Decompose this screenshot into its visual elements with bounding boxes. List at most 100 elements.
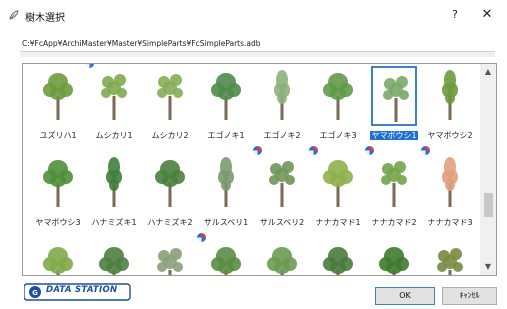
tree-item-label-text: ハナミズキ1 — [91, 218, 137, 227]
tree-item-label: ナナカマド2 — [364, 217, 424, 228]
tree-thumbnail[interactable] — [35, 66, 81, 126]
material-badge-icon — [309, 146, 318, 155]
tree-thumbnail[interactable] — [147, 66, 193, 126]
tree-thumbnail[interactable] — [315, 66, 361, 126]
tree-thumbnail-image — [381, 161, 407, 207]
tree-thumbnail[interactable] — [35, 153, 81, 213]
window-title: 樹木選択 — [25, 13, 65, 24]
tree-list-item[interactable] — [312, 240, 364, 275]
data-station-logo[interactable]: G DATA STATION — [23, 283, 132, 301]
tree-app-icon — [9, 10, 19, 20]
tree-list-item[interactable]: エゴノキ3 — [312, 66, 364, 146]
cancel-button[interactable]: ｷｬﾝｾﾙ — [442, 287, 497, 305]
tree-thumbnail-image — [267, 247, 297, 275]
tree-thumbnail-image — [99, 247, 129, 275]
tree-list-item[interactable]: ムシカリ1 — [85, 64, 140, 146]
tree-item-label-text: エゴノキ2 — [263, 131, 301, 140]
tree-item-label: ユズリハ1 — [28, 130, 88, 141]
tree-list-item[interactable] — [424, 240, 476, 275]
material-badge-icon — [421, 146, 430, 155]
tree-thumbnail-image — [274, 70, 290, 120]
tree-list-item[interactable]: ヤマボウシ3 — [32, 153, 84, 233]
tree-thumbnail[interactable] — [315, 240, 361, 275]
tree-thumbnail[interactable] — [91, 66, 137, 126]
tree-thumbnail[interactable] — [147, 153, 193, 213]
tree-thumbnail[interactable] — [147, 240, 193, 275]
tree-thumbnail[interactable] — [203, 240, 249, 275]
tree-item-label-text: ナナカマド1 — [315, 218, 361, 227]
material-badge-icon — [197, 233, 206, 242]
tree-list-item[interactable] — [197, 233, 252, 275]
help-button[interactable]: ? — [446, 6, 464, 24]
tree-thumbnail-image — [269, 161, 295, 207]
tree-thumbnail[interactable] — [427, 153, 473, 213]
scroll-down-arrow-icon[interactable]: ▼ — [480, 259, 496, 275]
thumbnail-grid: ユズリハ1 ムシカリ1 ムシカリ2 エゴノキ1 エゴノキ2 エゴノキ3 ヤマボウシ1 ヤマボウ… — [23, 64, 480, 275]
scroll-up-arrow-icon[interactable]: ▲ — [480, 64, 496, 80]
tree-list-item[interactable]: ハナミズキ1 — [88, 153, 140, 233]
tree-item-label: ヤマボウシ2 — [420, 130, 480, 141]
tree-list-item[interactable]: ムシカリ2 — [144, 66, 196, 146]
tree-thumbnail-image — [379, 247, 409, 275]
tree-list-item[interactable]: サルスベリ1 — [200, 153, 252, 233]
tree-thumbnail-image — [383, 76, 409, 122]
tree-thumbnail[interactable] — [371, 153, 417, 213]
tree-item-label: エゴノキ1 — [196, 130, 256, 141]
tree-list-item[interactable] — [88, 240, 140, 275]
tree-list-item[interactable] — [368, 240, 420, 275]
tree-item-label-text: ヤマボウシ2 — [427, 131, 473, 140]
tree-list-item[interactable]: ナナカマド1 — [309, 146, 364, 233]
tree-thumbnail[interactable] — [371, 66, 417, 126]
tree-item-label: エゴノキ3 — [308, 130, 368, 141]
tree-thumbnail[interactable] — [259, 240, 305, 275]
tree-thumbnail-image — [155, 160, 185, 207]
tree-thumbnail[interactable] — [35, 240, 81, 275]
title-bar: 樹木選択 ? ✕ — [0, 0, 507, 30]
tree-list-item[interactable]: サルスベリ2 — [253, 146, 308, 233]
tree-thumbnail[interactable] — [203, 66, 249, 126]
tree-thumbnail[interactable] — [203, 153, 249, 213]
tree-thumbnail[interactable] — [259, 66, 305, 126]
tree-item-label-text: ハナミズキ2 — [147, 218, 193, 227]
tree-item-label-text: ナナカマド3 — [427, 218, 473, 227]
tree-list-item[interactable] — [32, 240, 84, 275]
tree-thumbnail-image — [323, 247, 353, 275]
tree-thumbnail[interactable] — [315, 153, 361, 213]
database-path-field: C:¥FcApp¥ArchiMaster¥Master¥SimpleParts¥… — [20, 37, 495, 52]
tree-list-item[interactable]: ヤマボウシ1 — [368, 66, 420, 146]
close-button[interactable]: ✕ — [478, 6, 496, 24]
tree-thumbnail-list[interactable]: ユズリハ1 ムシカリ1 ムシカリ2 エゴノキ1 エゴノキ2 エゴノキ3 ヤマボウシ1 ヤマボウ… — [22, 63, 497, 276]
tree-item-label: ナナカマド3 — [420, 217, 480, 228]
tree-item-label-text: ヤマボウシ3 — [35, 218, 81, 227]
tree-list-item[interactable]: エゴノキ1 — [200, 66, 252, 146]
tree-item-label: ナナカマド1 — [308, 217, 368, 228]
tree-item-label: ムシカリ2 — [140, 130, 200, 141]
tree-item-label-text: サルスベリ2 — [259, 218, 305, 227]
tree-thumbnail[interactable] — [91, 153, 137, 213]
tree-item-label-text: ナナカマド2 — [371, 218, 417, 227]
tree-item-label-text: エゴノキ1 — [207, 131, 245, 140]
tree-item-label-text: ムシカリ2 — [151, 131, 189, 140]
tree-thumbnail-image — [106, 157, 122, 207]
tree-list-item[interactable] — [144, 240, 196, 275]
tree-list-item[interactable] — [256, 240, 308, 275]
tree-list-item[interactable]: ヤマボウシ2 — [424, 66, 476, 146]
vertical-scrollbar[interactable]: ▲ ▼ — [480, 64, 496, 275]
tree-item-label: エゴノキ2 — [252, 130, 312, 141]
tree-list-item[interactable]: ナナカマド2 — [365, 146, 420, 233]
tree-item-label-text: サルスベリ1 — [203, 218, 249, 227]
scroll-thumb[interactable] — [484, 193, 493, 217]
ok-button[interactable]: OK — [375, 287, 435, 305]
tree-thumbnail[interactable] — [371, 240, 417, 275]
tree-list-item[interactable]: ユズリハ1 — [32, 66, 84, 146]
tree-thumbnail[interactable] — [91, 240, 137, 275]
tree-thumbnail-image — [442, 157, 458, 207]
tree-list-item[interactable]: ハナミズキ2 — [144, 153, 196, 233]
tree-list-item[interactable]: エゴノキ2 — [256, 66, 308, 146]
tree-thumbnail[interactable] — [427, 240, 473, 275]
tree-thumbnail[interactable] — [427, 66, 473, 126]
tree-item-label: サルスベリ2 — [252, 217, 312, 228]
svg-text:G: G — [32, 289, 38, 297]
tree-list-item[interactable]: ナナカマド3 — [421, 146, 476, 233]
tree-thumbnail[interactable] — [259, 153, 305, 213]
